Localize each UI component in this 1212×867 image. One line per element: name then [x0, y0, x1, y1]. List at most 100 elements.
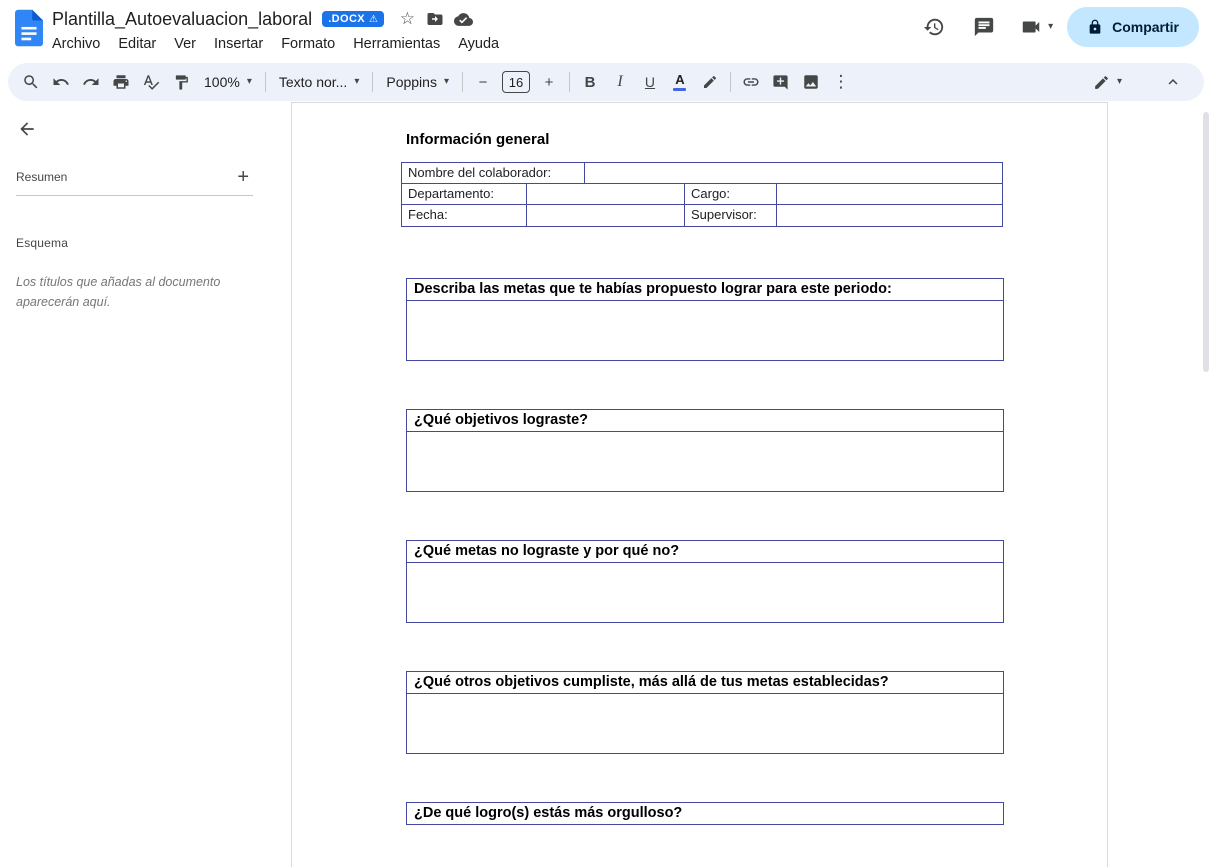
- section-heading: Información general: [406, 131, 549, 148]
- move-folder-icon[interactable]: [422, 6, 448, 32]
- italic-button[interactable]: I: [605, 68, 635, 96]
- toolbar-divider: [372, 72, 373, 92]
- document-canvas: Información general Nombre del colaborad…: [291, 102, 1212, 867]
- comments-button[interactable]: [964, 7, 1004, 47]
- edit-pen-icon: [1093, 74, 1110, 91]
- paragraph-styles-dropdown[interactable]: Texto nor... ▾: [271, 68, 368, 96]
- formatting-toolbar: 100% ▾ Texto nor... ▾ Poppins ▾ − 16 + B…: [8, 63, 1204, 101]
- docx-badge[interactable]: .DOCX ⚠: [322, 11, 384, 27]
- font-size-input[interactable]: 16: [502, 71, 530, 93]
- search-menus-button[interactable]: [16, 68, 46, 96]
- text-color-button[interactable]: A: [665, 68, 695, 96]
- paint-format-button[interactable]: [166, 68, 196, 96]
- name-label-cell[interactable]: Nombre del colaborador:: [402, 163, 585, 183]
- question-block-proudest: ¿De qué logro(s) estás más orgulloso?: [406, 802, 1004, 825]
- question-header[interactable]: Describa las metas que te habías propues…: [406, 278, 1004, 301]
- highlight-pen-icon: [702, 74, 718, 90]
- title-area: Plantilla_Autoevaluacion_laboral .DOCX ⚠…: [52, 6, 508, 55]
- font-family-value: Poppins: [386, 74, 437, 90]
- docx-warning-icon: ⚠: [369, 14, 378, 25]
- meet-dropdown-caret-icon[interactable]: ▾: [1048, 22, 1053, 32]
- supervisor-label-cell[interactable]: Supervisor:: [685, 205, 777, 226]
- question-answer-area[interactable]: [406, 563, 1004, 623]
- version-history-button[interactable]: [914, 7, 954, 47]
- chevron-up-icon: [1164, 73, 1182, 91]
- editing-mode-caret-icon: ▾: [1117, 77, 1122, 87]
- question-header[interactable]: ¿Qué objetivos lograste?: [406, 409, 1004, 432]
- spellcheck-icon: [142, 73, 160, 91]
- cloud-status-icon[interactable]: [450, 6, 476, 32]
- meet-button[interactable]: ▾: [1014, 7, 1053, 47]
- question-answer-area[interactable]: [406, 694, 1004, 754]
- increase-font-size-button[interactable]: +: [534, 68, 564, 96]
- insert-image-button[interactable]: [796, 68, 826, 96]
- undo-button[interactable]: [46, 68, 76, 96]
- arrow-back-icon: [17, 119, 37, 139]
- add-comment-button[interactable]: [766, 68, 796, 96]
- image-icon: [802, 73, 820, 91]
- back-button[interactable]: [14, 116, 40, 142]
- zoom-value: 100%: [204, 74, 240, 90]
- question-header[interactable]: ¿De qué logro(s) estás más orgulloso?: [406, 802, 1004, 825]
- menu-herramientas[interactable]: Herramientas: [344, 33, 449, 55]
- question-block-other-goals: ¿Qué otros objetivos cumpliste, más allá…: [406, 671, 1004, 754]
- bold-button[interactable]: B: [575, 68, 605, 96]
- redo-icon: [82, 73, 100, 91]
- name-value-cell[interactable]: [585, 163, 1002, 183]
- question-block-achieved: ¿Qué objetivos lograste?: [406, 409, 1004, 492]
- question-header[interactable]: ¿Qué otros objetivos cumpliste, más allá…: [406, 671, 1004, 694]
- highlight-color-button[interactable]: [695, 68, 725, 96]
- zoom-dropdown[interactable]: 100% ▾: [196, 68, 260, 96]
- add-summary-button[interactable]: +: [233, 165, 253, 189]
- department-value-cell[interactable]: [527, 184, 685, 204]
- print-icon: [112, 73, 130, 91]
- font-family-dropdown[interactable]: Poppins ▾: [378, 68, 457, 96]
- menu-ver[interactable]: Ver: [165, 33, 205, 55]
- menu-insertar[interactable]: Insertar: [205, 33, 272, 55]
- menu-archivo[interactable]: Archivo: [43, 33, 109, 55]
- font-caret-icon: ▾: [444, 77, 449, 87]
- document-title[interactable]: Plantilla_Autoevaluacion_laboral: [52, 9, 312, 30]
- menu-ayuda[interactable]: Ayuda: [449, 33, 508, 55]
- question-block-not-achieved: ¿Qué metas no lograste y por qué no?: [406, 540, 1004, 623]
- redo-button[interactable]: [76, 68, 106, 96]
- menu-bar: Archivo Editar Ver Insertar Formato Herr…: [43, 33, 508, 55]
- position-label-cell[interactable]: Cargo:: [685, 184, 777, 204]
- add-comment-icon: [772, 74, 789, 91]
- table-row: Fecha: Supervisor:: [402, 205, 1002, 226]
- outline-sidebar: Resumen + Esquema Los títulos que añadas…: [0, 102, 291, 867]
- paint-roller-icon: [173, 74, 190, 91]
- question-block-goals: Describa las metas que te habías propues…: [406, 278, 1004, 361]
- decrease-font-size-button[interactable]: −: [468, 68, 498, 96]
- document-page[interactable]: Información general Nombre del colaborad…: [291, 102, 1108, 867]
- question-answer-area[interactable]: [406, 301, 1004, 361]
- question-header[interactable]: ¿Qué metas no lograste y por qué no?: [406, 540, 1004, 563]
- question-answer-area[interactable]: [406, 432, 1004, 492]
- date-label-cell[interactable]: Fecha:: [402, 205, 527, 226]
- top-actions: ▾ Compartir: [914, 7, 1199, 47]
- underline-button[interactable]: U: [635, 68, 665, 96]
- table-row: Departamento: Cargo:: [402, 184, 1002, 205]
- date-value-cell[interactable]: [527, 205, 685, 226]
- insert-link-button[interactable]: [736, 68, 766, 96]
- more-options-button[interactable]: ⋮: [826, 68, 856, 96]
- google-docs-logo[interactable]: [15, 9, 43, 47]
- star-icon[interactable]: ☆: [394, 6, 420, 32]
- supervisor-value-cell[interactable]: [777, 205, 1002, 226]
- menu-formato[interactable]: Formato: [272, 33, 344, 55]
- editing-mode-dropdown[interactable]: ▾: [1085, 68, 1130, 96]
- print-button[interactable]: [106, 68, 136, 96]
- comments-icon: [973, 16, 995, 38]
- toolbar-divider: [569, 72, 570, 92]
- position-value-cell[interactable]: [777, 184, 1002, 204]
- hide-menus-button[interactable]: [1158, 68, 1188, 96]
- share-button[interactable]: Compartir: [1067, 7, 1199, 47]
- styles-caret-icon: ▾: [354, 77, 359, 87]
- paragraph-style-value: Texto nor...: [279, 74, 347, 90]
- outline-hint-text: Los títulos que añadas al documento apar…: [16, 272, 254, 312]
- menu-editar[interactable]: Editar: [109, 33, 165, 55]
- department-label-cell[interactable]: Departamento:: [402, 184, 527, 204]
- vertical-scrollbar[interactable]: [1203, 112, 1209, 372]
- spellcheck-button[interactable]: [136, 68, 166, 96]
- toolbar-divider: [462, 72, 463, 92]
